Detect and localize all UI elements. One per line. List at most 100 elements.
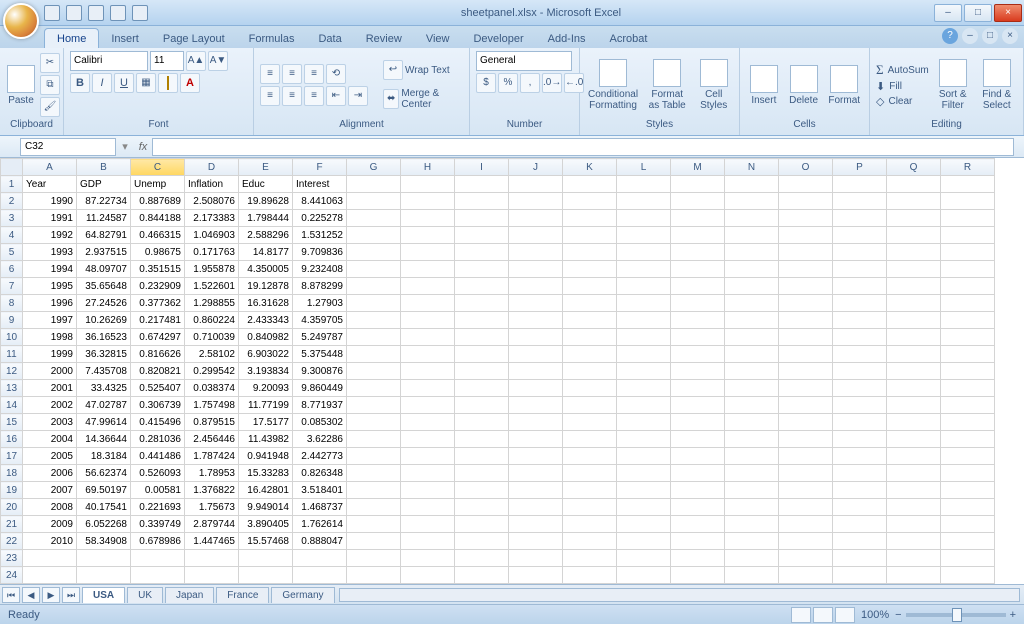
cell[interactable]: 15.33283 xyxy=(239,465,293,482)
cell[interactable] xyxy=(509,261,563,278)
qat-more-icon[interactable] xyxy=(132,5,148,21)
cell[interactable] xyxy=(77,567,131,584)
clear-button[interactable]: ◇Clear xyxy=(876,95,929,108)
cell[interactable] xyxy=(887,567,941,584)
cell[interactable] xyxy=(833,329,887,346)
row-header-5[interactable]: 5 xyxy=(1,244,23,261)
cell[interactable] xyxy=(347,550,401,567)
cell[interactable] xyxy=(671,465,725,482)
cell[interactable] xyxy=(401,499,455,516)
cell[interactable] xyxy=(293,567,347,584)
cell[interactable] xyxy=(401,363,455,380)
cell[interactable] xyxy=(725,431,779,448)
cell[interactable]: 2007 xyxy=(23,482,77,499)
cell[interactable] xyxy=(671,363,725,380)
cell[interactable] xyxy=(887,193,941,210)
cell[interactable]: 0.860224 xyxy=(185,312,239,329)
cell[interactable] xyxy=(347,499,401,516)
cell[interactable] xyxy=(239,584,293,585)
cell[interactable] xyxy=(401,295,455,312)
cell[interactable] xyxy=(617,499,671,516)
cell[interactable] xyxy=(941,295,995,312)
zoom-level[interactable]: 100% xyxy=(861,609,889,621)
cell[interactable] xyxy=(509,363,563,380)
cell[interactable] xyxy=(671,550,725,567)
cell[interactable] xyxy=(833,210,887,227)
cell[interactable] xyxy=(347,176,401,193)
row-header-3[interactable]: 3 xyxy=(1,210,23,227)
ribbon-close-button[interactable]: × xyxy=(1002,28,1018,44)
cell[interactable] xyxy=(671,516,725,533)
cell[interactable]: 1995 xyxy=(23,278,77,295)
cell[interactable] xyxy=(833,516,887,533)
select-all-cell[interactable] xyxy=(1,159,23,176)
cell[interactable] xyxy=(671,176,725,193)
cell[interactable] xyxy=(77,584,131,585)
cell[interactable] xyxy=(509,414,563,431)
cell[interactable] xyxy=(887,176,941,193)
cell[interactable] xyxy=(617,533,671,550)
cell[interactable] xyxy=(455,261,509,278)
cell[interactable] xyxy=(671,312,725,329)
cell[interactable] xyxy=(887,261,941,278)
cell[interactable]: 1.447465 xyxy=(185,533,239,550)
cell[interactable] xyxy=(941,567,995,584)
cell[interactable] xyxy=(833,550,887,567)
cell[interactable] xyxy=(887,380,941,397)
cell[interactable]: 5.375448 xyxy=(293,346,347,363)
cell[interactable]: Interest xyxy=(293,176,347,193)
cell[interactable]: 2.173383 xyxy=(185,210,239,227)
cell[interactable] xyxy=(887,278,941,295)
cell[interactable]: 9.20093 xyxy=(239,380,293,397)
cell[interactable] xyxy=(347,312,401,329)
cell[interactable] xyxy=(347,448,401,465)
cell[interactable] xyxy=(941,244,995,261)
format-painter-button[interactable]: 🖌 xyxy=(40,97,60,117)
cell[interactable] xyxy=(779,329,833,346)
cell[interactable]: 2.879744 xyxy=(185,516,239,533)
cell[interactable] xyxy=(401,261,455,278)
col-header-I[interactable]: I xyxy=(455,159,509,176)
cell[interactable] xyxy=(779,278,833,295)
cell[interactable]: 1.787424 xyxy=(185,448,239,465)
cell[interactable] xyxy=(347,193,401,210)
cell[interactable]: 2001 xyxy=(23,380,77,397)
cell[interactable]: 2.937515 xyxy=(77,244,131,261)
cell[interactable] xyxy=(725,193,779,210)
cell[interactable]: 2.456446 xyxy=(185,431,239,448)
cell[interactable] xyxy=(833,363,887,380)
cell[interactable] xyxy=(509,278,563,295)
copy-button[interactable]: ⧉ xyxy=(40,75,60,95)
cell[interactable] xyxy=(671,193,725,210)
fill-button[interactable]: ⬇Fill xyxy=(876,80,929,93)
cell[interactable]: 16.31628 xyxy=(239,295,293,312)
cell[interactable] xyxy=(185,584,239,585)
delete-cells-button[interactable]: Delete xyxy=(786,53,822,117)
help-icon[interactable]: ? xyxy=(942,28,958,44)
cell[interactable]: 1999 xyxy=(23,346,77,363)
cell[interactable]: 0.98675 xyxy=(131,244,185,261)
cell[interactable] xyxy=(725,533,779,550)
cell[interactable]: 2004 xyxy=(23,431,77,448)
cell[interactable] xyxy=(455,329,509,346)
cell[interactable] xyxy=(671,448,725,465)
cell[interactable]: 0.221693 xyxy=(131,499,185,516)
cell[interactable] xyxy=(347,380,401,397)
cell[interactable]: 9.232408 xyxy=(293,261,347,278)
cell[interactable]: 35.65648 xyxy=(77,278,131,295)
cell[interactable] xyxy=(725,499,779,516)
cell[interactable]: 10.26269 xyxy=(77,312,131,329)
cell[interactable]: 1993 xyxy=(23,244,77,261)
ribbon-restore-button[interactable]: □ xyxy=(982,28,998,44)
cell[interactable] xyxy=(347,584,401,585)
cell[interactable]: 48.09707 xyxy=(77,261,131,278)
cell[interactable] xyxy=(563,567,617,584)
cell[interactable]: 5.249787 xyxy=(293,329,347,346)
cell[interactable] xyxy=(563,414,617,431)
cell[interactable] xyxy=(887,312,941,329)
cell[interactable] xyxy=(401,448,455,465)
cell[interactable] xyxy=(455,397,509,414)
align-middle-button[interactable]: ≡ xyxy=(282,64,302,84)
cell[interactable] xyxy=(725,244,779,261)
cell[interactable] xyxy=(347,346,401,363)
